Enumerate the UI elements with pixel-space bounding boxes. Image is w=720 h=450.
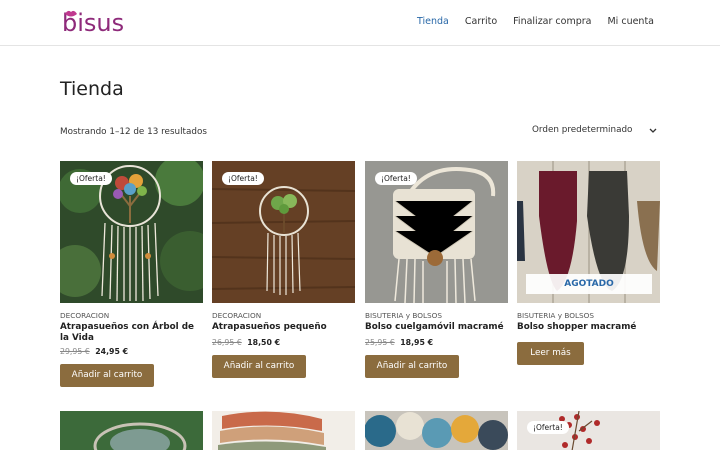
sale-badge: ¡Oferta! bbox=[70, 172, 112, 185]
sale-badge: ¡Oferta! bbox=[375, 172, 417, 185]
nav-carrito[interactable]: Carrito bbox=[465, 16, 497, 27]
nav-tienda[interactable]: Tienda bbox=[417, 16, 449, 27]
add-to-cart-button[interactable]: Añadir al carrito bbox=[365, 355, 459, 378]
product-image[interactable] bbox=[365, 411, 508, 450]
orderby-select[interactable]: Orden predeterminado bbox=[532, 125, 660, 139]
product-title[interactable]: Atrapasueños pequeño bbox=[212, 322, 355, 333]
nav-mi-cuenta[interactable]: Mi cuenta bbox=[607, 16, 654, 27]
site-header: bisus Tienda Carrito Finalizar compra Mi… bbox=[0, 0, 720, 46]
product-image[interactable]: ¡Oferta! bbox=[365, 161, 508, 303]
product-category[interactable]: BISUTERIA y BOLSOS bbox=[517, 311, 594, 320]
product-image[interactable]: ¡Oferta! bbox=[60, 161, 203, 303]
product-price: 29,95 € 24,95 € bbox=[60, 347, 128, 356]
price-old: 25,95 € bbox=[365, 338, 395, 347]
product-category[interactable]: DECORACION bbox=[212, 311, 261, 320]
product-title[interactable]: Bolso shopper macramé bbox=[517, 322, 660, 333]
read-more-button[interactable]: Leer más bbox=[517, 342, 584, 365]
price-new: 18,95 € bbox=[400, 338, 434, 347]
product-category[interactable]: BISUTERIA y BOLSOS bbox=[365, 311, 442, 320]
add-to-cart-button[interactable]: Añadir al carrito bbox=[60, 364, 154, 387]
lips-icon bbox=[65, 10, 77, 17]
price-old: 26,95 € bbox=[212, 338, 242, 347]
orderby-value: Orden predeterminado bbox=[532, 125, 633, 135]
sale-badge: ¡Oferta! bbox=[222, 172, 264, 185]
add-to-cart-button[interactable]: Añadir al carrito bbox=[212, 355, 306, 378]
product-price: 26,95 € 18,50 € bbox=[212, 338, 280, 347]
product-title[interactable]: Atrapasueños con Árbol de la Vida bbox=[60, 322, 203, 344]
product-price: 25,95 € 18,95 € bbox=[365, 338, 433, 347]
product-image[interactable] bbox=[212, 411, 355, 450]
soldout-label: AGOTADO bbox=[526, 274, 652, 294]
main-nav: Tienda Carrito Finalizar compra Mi cuent… bbox=[417, 16, 654, 27]
sale-badge: ¡Oferta! bbox=[527, 421, 569, 434]
result-count: Mostrando 1–12 de 13 resultados bbox=[60, 127, 207, 137]
page-title: Tienda bbox=[60, 78, 124, 100]
price-new: 18,50 € bbox=[247, 338, 281, 347]
chevron-down-icon bbox=[649, 128, 657, 133]
product-image[interactable]: ¡Oferta! bbox=[212, 161, 355, 303]
nav-finalizar-compra[interactable]: Finalizar compra bbox=[513, 16, 591, 27]
product-title[interactable]: Bolso cuelgamóvil macramé bbox=[365, 322, 508, 333]
price-new: 24,95 € bbox=[95, 347, 129, 356]
product-category[interactable]: DECORACION bbox=[60, 311, 109, 320]
price-old: 29,95 € bbox=[60, 347, 90, 356]
product-image[interactable] bbox=[60, 411, 203, 450]
product-image[interactable]: ¡Oferta! bbox=[517, 411, 660, 450]
product-image[interactable]: AGOTADO bbox=[517, 161, 660, 303]
